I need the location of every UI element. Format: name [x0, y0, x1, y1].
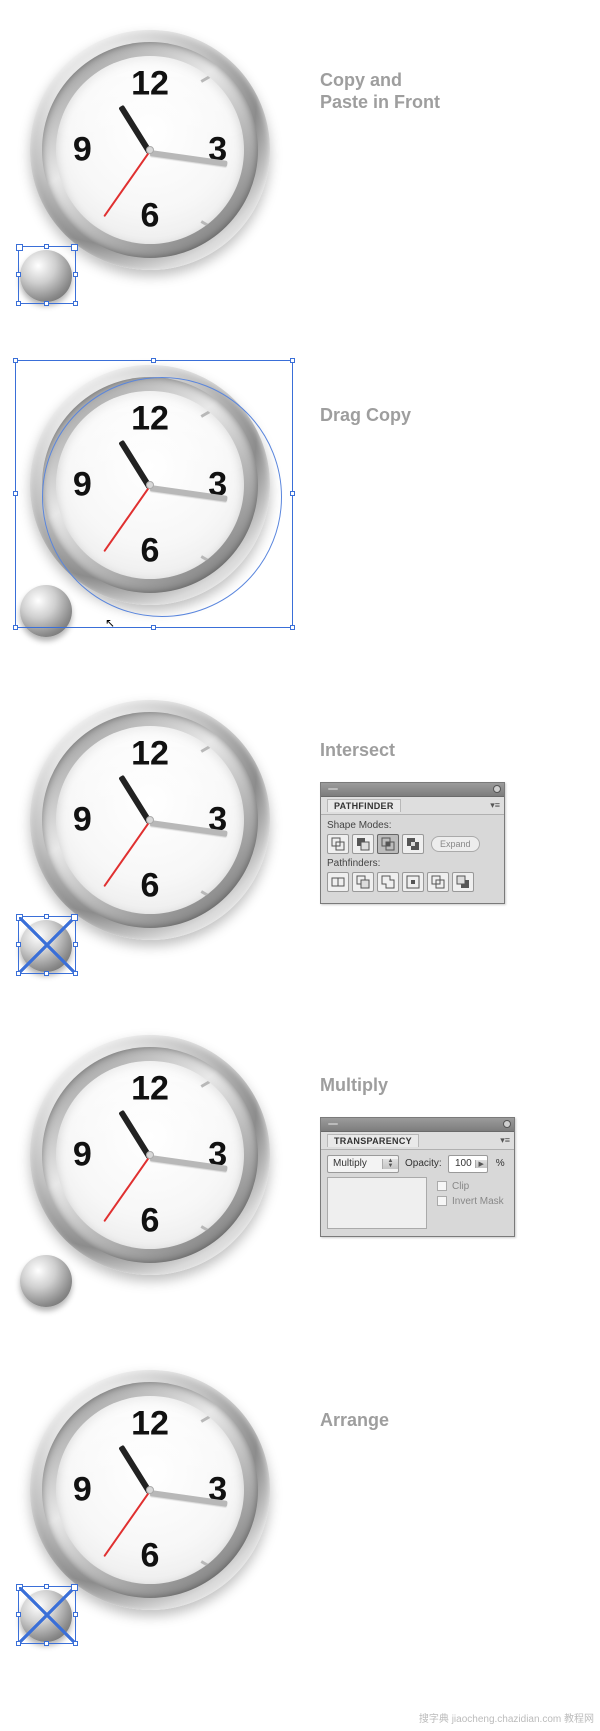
- panel-tab-pathfinder[interactable]: PATHFINDER: [327, 799, 401, 812]
- minus-back-button[interactable]: [452, 872, 474, 892]
- chevron-updown-icon: ▲▼: [382, 1159, 398, 1169]
- minus-front-button[interactable]: [352, 834, 374, 854]
- step-intersect: 12 3 6 9 Intersect: [0, 690, 600, 980]
- panel-tab-row: PATHFINDER ▾≡: [321, 797, 504, 815]
- step-copy-paste-front: 12 3 6 9 Copy and Paste in Front: [0, 20, 600, 310]
- step-illustration: 12 3 6 9: [0, 690, 300, 980]
- clock-wrap: 12 3 6 9: [20, 30, 280, 310]
- intersect-button[interactable]: [377, 834, 399, 854]
- clock-numeral-6: 6: [141, 196, 160, 235]
- step-illustration: 12 3 6 9: [0, 20, 300, 310]
- invert-mask-option[interactable]: Invert Mask: [437, 1196, 504, 1207]
- clock-wrap: 12 3 6 9 ↖: [20, 365, 280, 645]
- clock-icon: 12 3 6 9: [30, 700, 270, 940]
- clip-label: Clip: [452, 1181, 469, 1192]
- expand-button[interactable]: Expand: [431, 836, 480, 852]
- panel-tab-row: TRANSPARENCY ▾≡: [321, 1132, 514, 1150]
- selection-box-intersect[interactable]: [18, 1586, 76, 1644]
- step-label: Arrange: [320, 1410, 600, 1432]
- pathfinder-panel[interactable]: PATHFINDER ▾≡ Shape Modes: Expand Pathfi…: [320, 782, 505, 904]
- step-label: Drag Copy: [320, 405, 600, 427]
- clock-numeral-12: 12: [131, 735, 169, 774]
- clock-numeral-12: 12: [131, 1405, 169, 1444]
- panel-tab-transparency[interactable]: TRANSPARENCY: [327, 1134, 419, 1147]
- step-arrange: 12 3 6 9 Arrange: [0, 1360, 600, 1650]
- panel-collapse-icon[interactable]: [493, 785, 501, 793]
- opacity-preview-swatch: [327, 1177, 427, 1229]
- panel-titlebar[interactable]: [321, 783, 504, 797]
- shape-modes-label: Shape Modes:: [327, 820, 498, 831]
- clock-numeral-6: 6: [141, 866, 160, 905]
- invert-mask-label: Invert Mask: [452, 1196, 504, 1207]
- opacity-value: 100: [449, 1158, 475, 1169]
- cursor-icon: ↖: [105, 616, 115, 630]
- crop-button[interactable]: [402, 872, 424, 892]
- step-label: Intersect: [320, 740, 600, 762]
- step-multiply: 12 3 6 9 Multiply TRANSPARENCY ▾≡: [0, 1025, 600, 1315]
- clock-foot-ball: [20, 1255, 72, 1307]
- percent-label: %: [496, 1158, 505, 1169]
- clock-numeral-9: 9: [73, 1136, 92, 1175]
- clock-icon: 12 3 6 9: [30, 1035, 270, 1275]
- clock-wrap: 12 3 6 9: [20, 1035, 280, 1315]
- merge-button[interactable]: [377, 872, 399, 892]
- pathfinders-label: Pathfinders:: [327, 858, 498, 869]
- panel-titlebar[interactable]: [321, 1118, 514, 1132]
- selection-box-large[interactable]: [15, 360, 293, 628]
- chevron-right-icon[interactable]: ▶: [475, 1160, 487, 1168]
- clock-numeral-6: 6: [141, 1536, 160, 1575]
- panel-collapse-icon[interactable]: [503, 1120, 511, 1128]
- checkbox-icon[interactable]: [437, 1181, 447, 1191]
- transparency-panel[interactable]: TRANSPARENCY ▾≡ Multiply ▲▼ Opacity: 100…: [320, 1117, 515, 1237]
- clock-numeral-6: 6: [141, 1201, 160, 1240]
- clock-icon: 12 3 6 9: [30, 30, 270, 270]
- watermark-text: 搜字典 jiaocheng.chazidian.com 教程网: [419, 1710, 594, 1725]
- clock-wrap: 12 3 6 9: [20, 1370, 280, 1650]
- checkbox-icon[interactable]: [437, 1196, 447, 1206]
- step-illustration: 12 3 6 9: [0, 1360, 300, 1650]
- selection-box-small[interactable]: [18, 246, 76, 304]
- panel-menu-icon[interactable]: ▾≡: [490, 800, 500, 811]
- unite-button[interactable]: [327, 834, 349, 854]
- clock-numeral-12: 12: [131, 1070, 169, 1109]
- outline-button[interactable]: [427, 872, 449, 892]
- trim-button[interactable]: [352, 872, 374, 892]
- clock-numeral-9: 9: [73, 1471, 92, 1510]
- blend-mode-value: Multiply: [328, 1158, 382, 1169]
- opacity-label: Opacity:: [405, 1158, 442, 1169]
- selection-box-intersect[interactable]: [18, 916, 76, 974]
- clock-wrap: 12 3 6 9: [20, 700, 280, 980]
- step-label: Copy and Paste in Front: [320, 70, 600, 113]
- divide-button[interactable]: [327, 872, 349, 892]
- opacity-input[interactable]: 100 ▶: [448, 1155, 488, 1173]
- panel-menu-icon[interactable]: ▾≡: [500, 1135, 510, 1146]
- clock-numeral-12: 12: [131, 65, 169, 104]
- exclude-button[interactable]: [402, 834, 424, 854]
- step-drag-copy: 12 3 6 9 ↖ Drag Copy: [0, 355, 600, 645]
- clock-numeral-9: 9: [73, 801, 92, 840]
- blend-mode-dropdown[interactable]: Multiply ▲▼: [327, 1155, 399, 1173]
- step-illustration: 12 3 6 9: [0, 1025, 300, 1315]
- step-illustration: 12 3 6 9 ↖: [0, 355, 300, 645]
- clock-icon: 12 3 6 9: [30, 1370, 270, 1610]
- step-label: Multiply: [320, 1075, 600, 1097]
- clock-numeral-9: 9: [73, 131, 92, 170]
- clip-option[interactable]: Clip: [437, 1181, 504, 1192]
